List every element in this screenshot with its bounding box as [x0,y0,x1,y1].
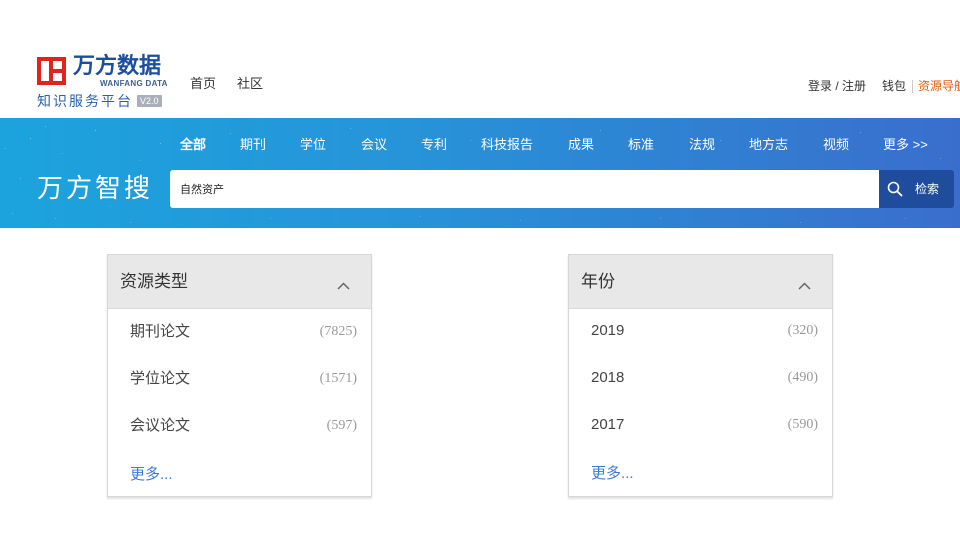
facet-item[interactable]: 会议论文 (597) [130,414,357,438]
resource-nav-link[interactable]: 资源导航 [918,79,960,94]
search-input[interactable] [170,170,879,208]
version-badge: V2.0 [137,95,162,107]
brand-name[interactable]: 万方数据 [73,53,161,79]
tab-regulation[interactable]: 法规 [689,137,715,153]
facet-item[interactable]: 期刊论文 (7825) [130,320,357,344]
facet-more-link[interactable]: 更多... [130,463,173,487]
facet-item[interactable]: 2018 (490) [591,366,818,390]
facet-item[interactable]: 学位论文 (1571) [130,367,357,391]
facet-header[interactable]: 年份 [569,255,832,309]
facet-item-label: 学位论文 [130,370,191,387]
search-button[interactable]: 检索 [879,170,954,208]
facet-title: 年份 [581,272,615,291]
facet-header[interactable]: 资源类型 [108,255,371,309]
tab-conference[interactable]: 会议 [361,137,387,153]
tab-all[interactable]: 全部 [180,137,206,153]
facet-item-label: 2019 [591,322,625,339]
facet-item-label: 期刊论文 [130,323,191,340]
chevron-up-icon[interactable] [337,277,350,290]
search-brand-title: 万方智搜 [37,173,154,203]
header-divider [912,80,913,93]
wallet-link[interactable]: 钱包 [882,79,906,94]
facet-item-count: (490) [787,370,818,385]
tab-degree[interactable]: 学位 [300,137,326,153]
tab-video[interactable]: 视频 [823,137,849,153]
facet-item[interactable]: 2019 (320) [591,319,818,343]
facet-item-label: 会议论文 [130,417,191,434]
tab-tech-report[interactable]: 科技报告 [481,137,533,153]
nav-home[interactable]: 首页 [190,76,216,92]
facet-resource-type: 资源类型 期刊论文 (7825) 学位论文 (1571) 会议论文 (597) … [107,254,372,497]
login-register-link[interactable]: 登录 / 注册 [808,79,866,94]
facet-item-count: (1571) [319,371,357,386]
tab-standard[interactable]: 标准 [628,137,654,153]
facet-year: 年份 2019 (320) 2018 (490) 2017 (590) 更多..… [568,254,833,497]
facet-more-link[interactable]: 更多... [591,462,634,486]
facet-item-count: (320) [787,323,818,338]
top-header: 万方数据 WANFANG DATA 知识服务平台 V2.0 首页 社区 登录 /… [0,0,960,118]
platform-name: 知识服务平台 [37,93,133,109]
tab-journal[interactable]: 期刊 [240,137,266,153]
facet-item-count: (597) [326,418,357,433]
facet-item-count: (590) [787,417,818,432]
facet-item-count: (7825) [319,324,357,339]
tab-achievement[interactable]: 成果 [568,137,594,153]
search-icon [887,181,903,197]
banner-stars-decoration [0,118,1,119]
chevron-up-icon[interactable] [798,277,811,290]
facet-title: 资源类型 [120,272,188,291]
nav-community[interactable]: 社区 [237,76,263,92]
facet-item-label: 2017 [591,416,625,433]
brand-english-name: WANFANG DATA [100,79,168,88]
facet-item[interactable]: 2017 (590) [591,413,818,437]
search-banner: 全部 期刊 学位 会议 专利 科技报告 成果 标准 法规 地方志 视频 更多 >… [0,118,960,228]
tab-more[interactable]: 更多 >> [883,137,928,153]
tab-local-chronicle[interactable]: 地方志 [749,137,788,153]
facet-item-label: 2018 [591,369,625,386]
search-button-label: 检索 [915,182,940,196]
wanfang-logo-icon[interactable] [37,57,66,85]
tab-patent[interactable]: 专利 [421,137,447,153]
